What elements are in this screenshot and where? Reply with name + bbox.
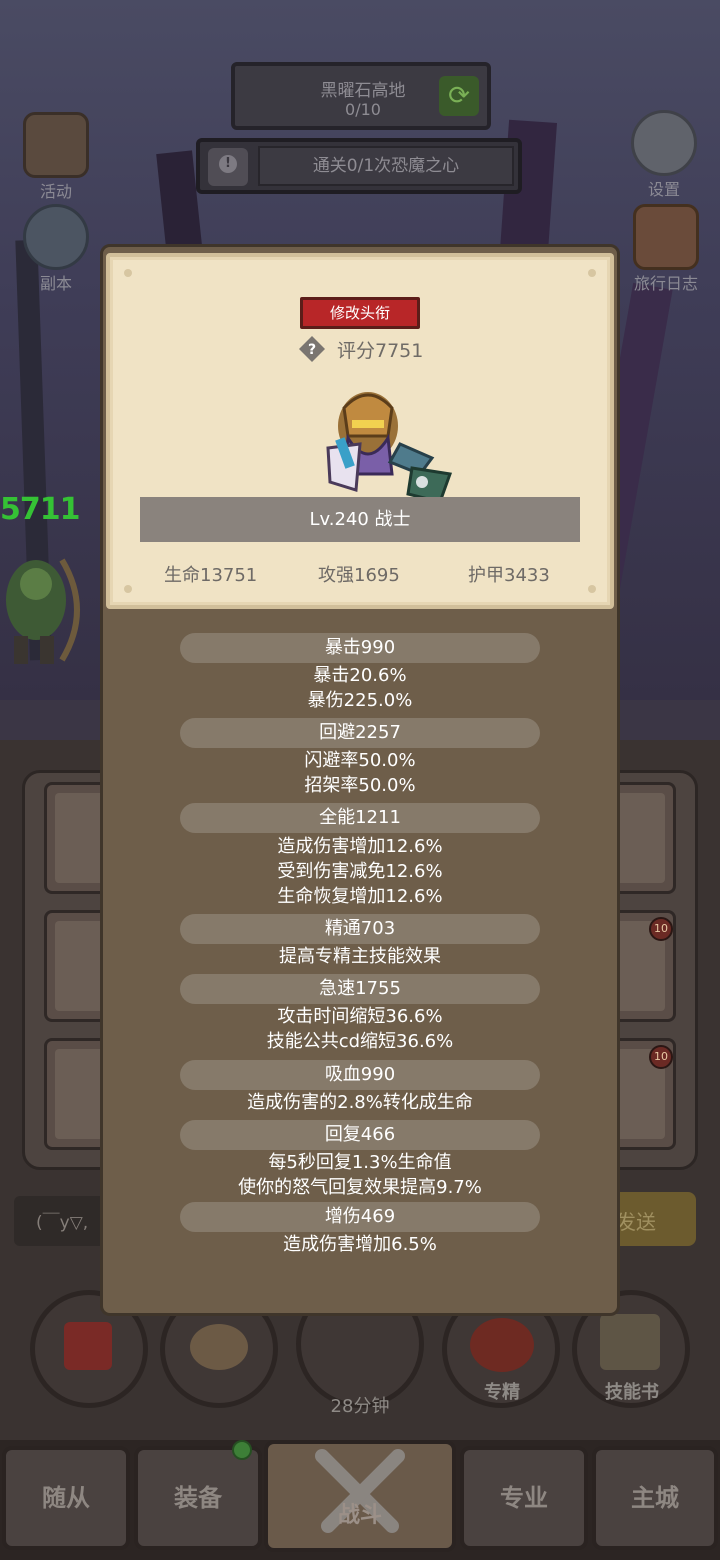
change-title-button[interactable]: 修改头衔 — [300, 297, 420, 329]
skill-book-icon — [600, 1314, 660, 1370]
stat-header-versatility: 全能1211 — [180, 803, 540, 833]
tab-main-city[interactable]: 主城 — [592, 1446, 718, 1550]
quest-box[interactable]: ! 通关0/1次恐魔之心 — [196, 138, 522, 194]
stat-line: 受到伤害减免12.6% — [277, 861, 443, 882]
settings-label: 设置 — [647, 180, 680, 199]
tab-followers[interactable]: 随从 — [2, 1446, 130, 1550]
stat-header-damage-bonus: 增伤469 — [180, 1202, 540, 1232]
travel-log-button[interactable]: 旅行日志 — [616, 204, 716, 294]
level-class-bar: Lv.240 战士 — [140, 497, 580, 542]
notification-dot — [232, 1440, 252, 1460]
travel-log-label: 旅行日志 — [633, 274, 698, 293]
parchment-rivet — [124, 269, 132, 277]
stat-line: 造成伤害增加12.6% — [277, 836, 443, 857]
dungeon-label: 副本 — [39, 274, 72, 293]
stat-line: 攻击时间缩短36.6% — [277, 1006, 443, 1027]
tab-battle-label: 战斗 — [337, 1503, 382, 1528]
stat-header-mastery: 精通703 — [180, 914, 540, 944]
warrior-avatar — [326, 392, 453, 504]
stat-line: 闪避率50.0% — [304, 750, 416, 771]
stage-box[interactable]: 黑曜石高地 0/10 ⟳ — [231, 62, 491, 130]
side-damage-number: 5711 — [0, 492, 81, 527]
stat-line: 暴击20.6% — [313, 665, 407, 686]
stat-line: 招架率50.0% — [304, 775, 416, 796]
parchment-rivet — [588, 585, 596, 593]
tab-battle[interactable]: 战斗 — [264, 1440, 456, 1552]
activity-board-icon — [23, 112, 89, 178]
help-icon[interactable]: ? — [298, 335, 326, 363]
activity-label: 活动 — [39, 182, 72, 201]
hp-stat: 生命13751 — [164, 565, 258, 586]
gear-icon — [631, 110, 697, 176]
stat-line: 使你的怒气回复效果提高9.7% — [238, 1177, 482, 1198]
parchment-rivet — [588, 269, 596, 277]
tab-equipment[interactable]: 装备 — [134, 1446, 262, 1550]
stat-line: 暴伤225.0% — [307, 690, 413, 711]
stat-header-haste: 急速1755 — [180, 974, 540, 1004]
stat-header-crit: 暴击990 — [180, 633, 540, 663]
bread-icon — [190, 1324, 248, 1370]
dungeon-button[interactable]: 副本 — [18, 204, 94, 294]
level-badge: 10 — [649, 917, 673, 941]
stat-line: 技能公共cd缩短36.6% — [266, 1031, 454, 1052]
stat-header-avoidance: 回避2257 — [180, 718, 540, 748]
attack-power-stat: 攻强1695 — [318, 565, 400, 586]
quest-warning-icon: ! — [208, 148, 248, 186]
level-badge: 10 — [649, 1045, 673, 1069]
potion-icon — [64, 1322, 112, 1370]
stat-line: 造成伤害增加6.5% — [283, 1234, 437, 1255]
armor-stat: 护甲3433 — [468, 565, 550, 586]
travel-log-book-icon — [633, 204, 699, 270]
archer-companion — [0, 540, 96, 680]
activity-button[interactable]: 活动 — [18, 112, 94, 202]
tab-profession[interactable]: 专业 — [460, 1446, 588, 1550]
send-button[interactable]: 发送 — [610, 1192, 696, 1246]
quest-text: 通关0/1次恐魔之心 — [258, 146, 514, 186]
spec-label: 专精 — [484, 1382, 520, 1403]
settings-button[interactable]: 设置 — [628, 110, 700, 200]
score-text: 评分7751 — [337, 340, 424, 362]
refresh-icon[interactable]: ⟳ — [439, 76, 479, 116]
skill-book-label: 技能书 — [605, 1382, 659, 1403]
dungeon-portal-icon — [23, 204, 89, 270]
stat-line: 生命恢复增加12.6% — [277, 886, 443, 907]
stat-line: 每5秒回复1.3%生命值 — [268, 1152, 452, 1173]
parchment-rivet — [124, 585, 132, 593]
spec-target-icon — [470, 1318, 534, 1372]
stat-line: 提高专精主技能效果 — [279, 946, 441, 967]
svg-text:?: ? — [308, 342, 316, 358]
stat-header-lifesteal: 吸血990 — [180, 1060, 540, 1090]
chest-timer: 28分钟 — [330, 1396, 390, 1417]
stat-header-regen: 回复466 — [180, 1120, 540, 1150]
stat-line: 造成伤害的2.8%转化成生命 — [247, 1092, 473, 1113]
